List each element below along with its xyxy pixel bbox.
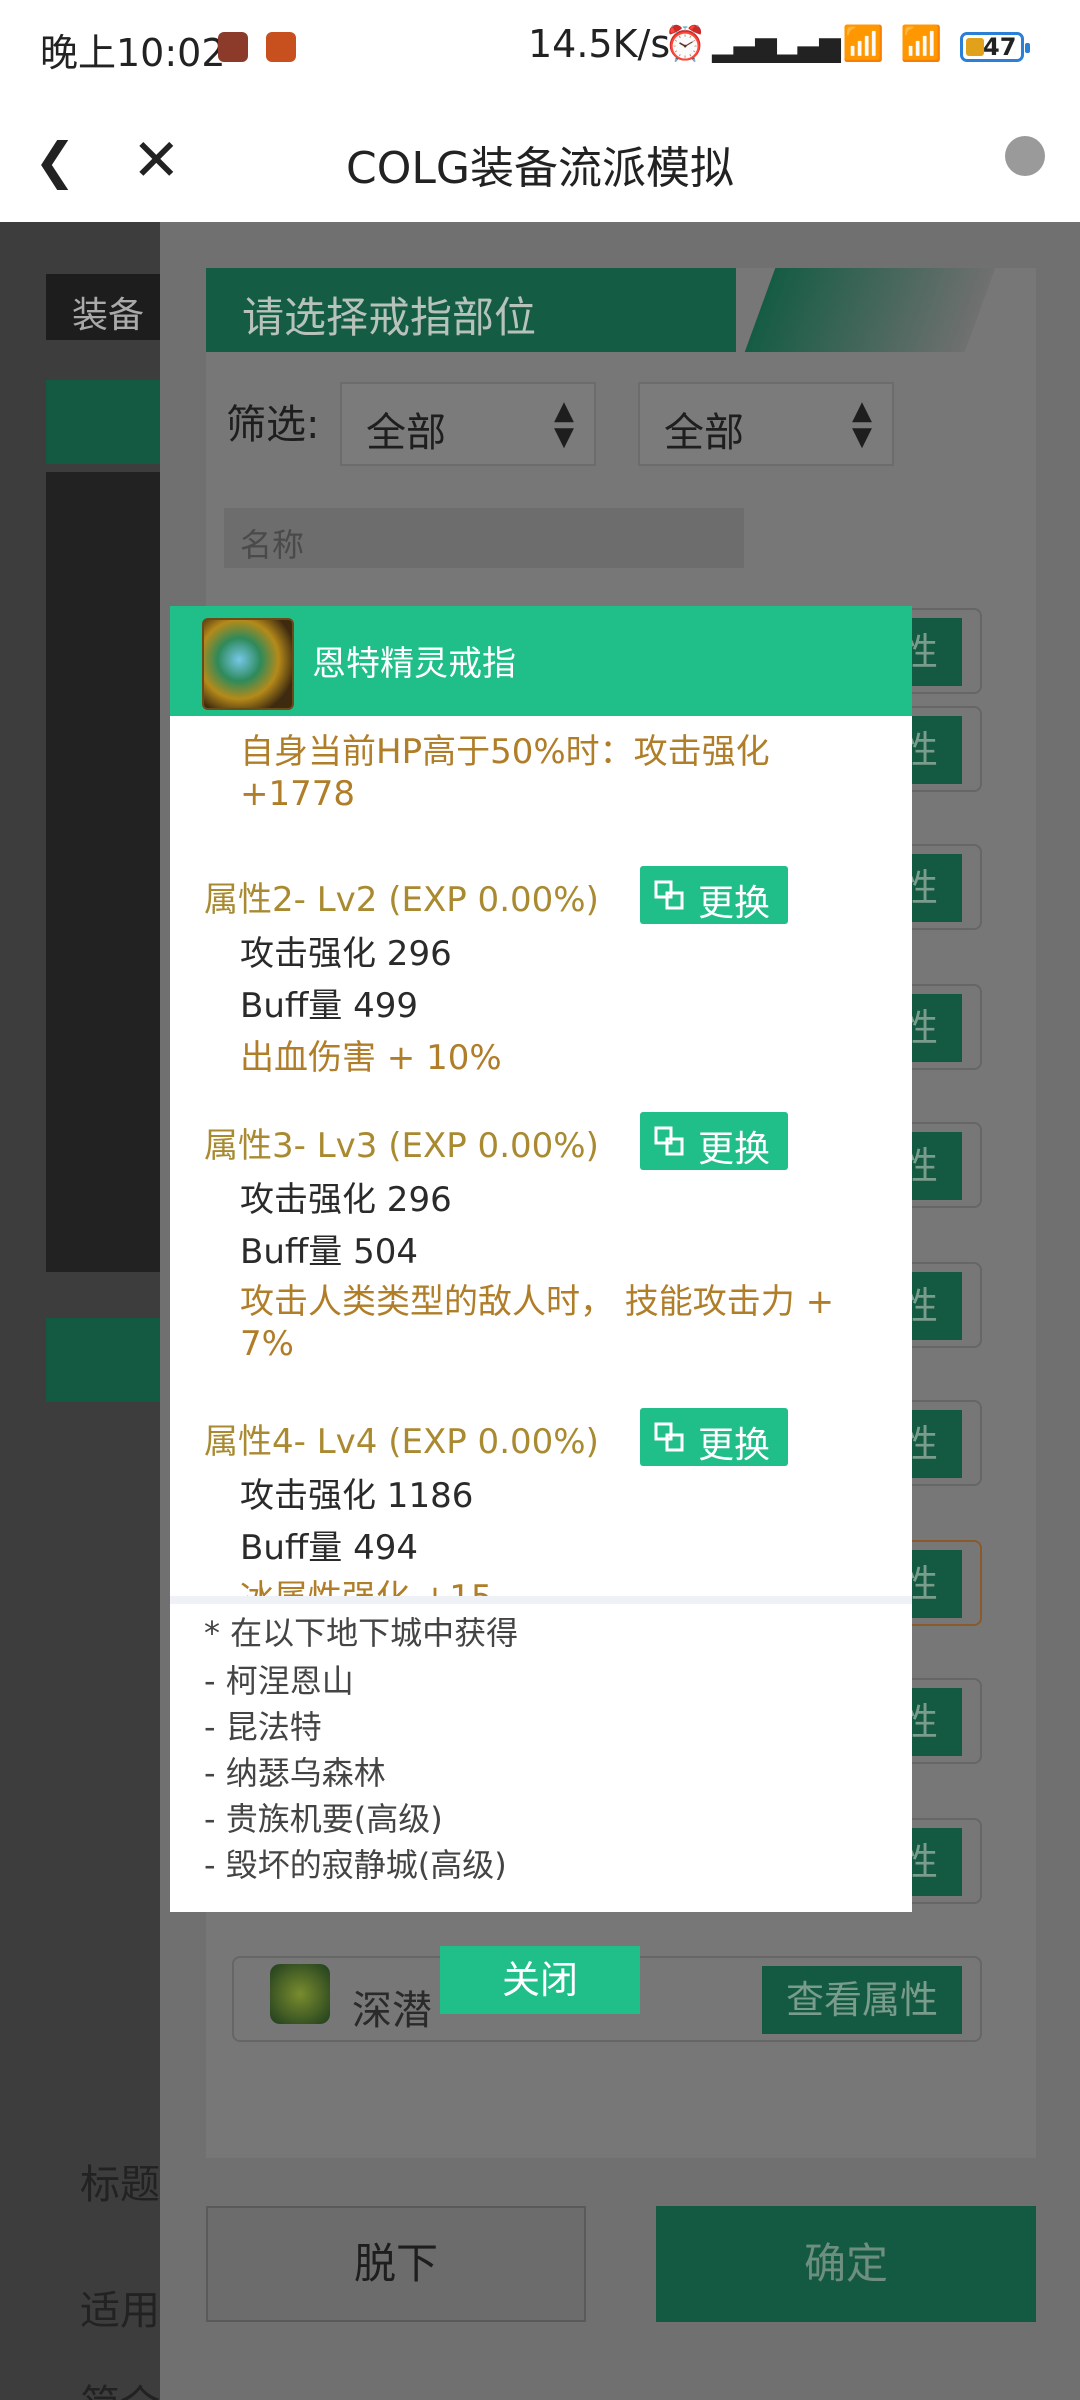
top-effect-line-2: +1778 [240,774,356,814]
attr2-header: 属性2- Lv2 (EXP 0.00%) [204,880,599,920]
attr4-swap-button[interactable]: 更换 [640,1408,788,1466]
page-title: COLG装备流派模拟 [346,143,734,194]
list-item-name: 深潜 [352,1988,432,2034]
filter-select-1[interactable]: 全部 ▲ ▼ [340,382,596,466]
filter-label: 筛选: [226,402,320,448]
close-dialog-button[interactable]: 关闭 [440,1946,640,2014]
swap-icon [654,1422,684,1452]
source-title: * 在以下地下城中获得 [204,1614,519,1652]
left-section-header [46,380,176,464]
attr3-extra-line-1: 攻击人类类型的敌人时， 技能攻击力 + [240,1282,835,1322]
attr4-header: 属性4- Lv4 (EXP 0.00%) [204,1422,599,1462]
alarm-icon: ⏰ [664,24,707,64]
battery-level: 47 [983,33,1017,61]
battery-icon: 47 [960,32,1030,62]
navigation-bar: ❮ ✕ COLG装备流派模拟 [0,96,1080,222]
filter-select-1-value: 全部 [366,410,446,456]
attr3-extra-line-2: 7% [240,1324,294,1364]
bottom-label-intro: 简介 [80,2372,160,2400]
left-section-header-2 [46,1318,176,1402]
view-attributes-button[interactable]: 查看属性 [762,1966,962,2034]
attr3-header: 属性3- Lv3 (EXP 0.00%) [204,1126,599,1166]
source-dungeon: - 毁坏的寂静城(高级) [204,1846,507,1884]
attr2-buff: Buff量 499 [240,986,419,1026]
bottom-label-title: 标题 [80,2162,160,2208]
attr4-buff: Buff量 494 [240,1528,419,1568]
bottom-label-apply: 适用 [80,2288,160,2334]
select-arrows-icon: ▲ ▼ [852,396,872,452]
wifi2-icon: 📶 [900,24,943,64]
item-name: 恩特精灵戒指 [312,644,516,684]
attr4-extra: 冰属性强化 +15 [240,1570,493,1596]
select-arrows-icon: ▲ ▼ [554,396,574,452]
left-character-panel [46,472,166,1272]
column-header-name: 名称 [224,508,744,568]
swap-label: 更换 [698,883,771,924]
dialog-divider [170,1596,912,1604]
attr3-swap-button[interactable]: 更换 [640,1112,788,1170]
attr4-atk: 攻击强化 1186 [240,1476,474,1516]
network-speed: 14.5K/s [528,22,671,66]
source-section: * 在以下地下城中获得 - 柯涅恩山 - 昆法特 - 纳瑟乌森林 - 贵族机要(… [170,1604,912,1912]
attr2-extra: 出血伤害 + 10% [240,1038,502,1078]
filter-select-2[interactable]: 全部 ▲ ▼ [638,382,894,466]
left-equipment-tag: 装备 [46,274,176,340]
confirm-button[interactable]: 确定 [656,2206,1036,2322]
status-time: 晚上10:02 [40,31,226,75]
attr2-atk: 攻击强化 296 [240,934,452,974]
taobao-app-icon [218,32,248,62]
globe-icon[interactable] [1005,136,1045,176]
source-dungeon: - 柯涅恩山 [204,1662,354,1700]
game-app-icon [266,32,296,62]
swap-label: 更换 [698,1129,771,1170]
signal-hd1-icon: ▂▄▆ [712,30,777,63]
filter-select-2-value: 全部 [664,410,744,456]
swap-icon [654,880,684,910]
swap-label: 更换 [698,1425,771,1466]
swap-icon [654,1126,684,1156]
ring-thumbnail-icon [270,1964,330,2024]
dialog-scroll-body[interactable]: 自身当前HP高于50%时：攻击强化 +1778 属性2- Lv2 (EXP 0.… [170,716,912,1596]
source-dungeon: - 昆法特 [204,1708,322,1746]
sheet-header: 请选择戒指部位 [206,268,736,352]
ring-item-icon [202,618,294,710]
attr3-atk: 攻击强化 296 [240,1180,452,1220]
status-bar: 晚上10:02 14.5K/s ⏰ ▂▄▆ ▂▄▆ 📶 📶 47 [0,0,1080,96]
attr3-buff: Buff量 504 [240,1232,419,1272]
signal-hd2-icon: ▂▄▆ [776,30,841,63]
source-dungeon: - 纳瑟乌森林 [204,1754,386,1792]
take-off-button[interactable]: 脱下 [206,2206,586,2322]
top-effect-line-1: 自身当前HP高于50%时：攻击强化 [240,732,770,772]
source-dungeon: - 贵族机要(高级) [204,1800,443,1838]
wifi-icon: 📶 [842,24,885,64]
attr2-swap-button[interactable]: 更换 [640,866,788,924]
sheet-header-decoration [744,268,996,352]
item-detail-dialog: 恩特精灵戒指 自身当前HP高于50%时：攻击强化 +1778 属性2- Lv2 … [170,606,912,1912]
dialog-header: 恩特精灵戒指 [170,606,912,716]
